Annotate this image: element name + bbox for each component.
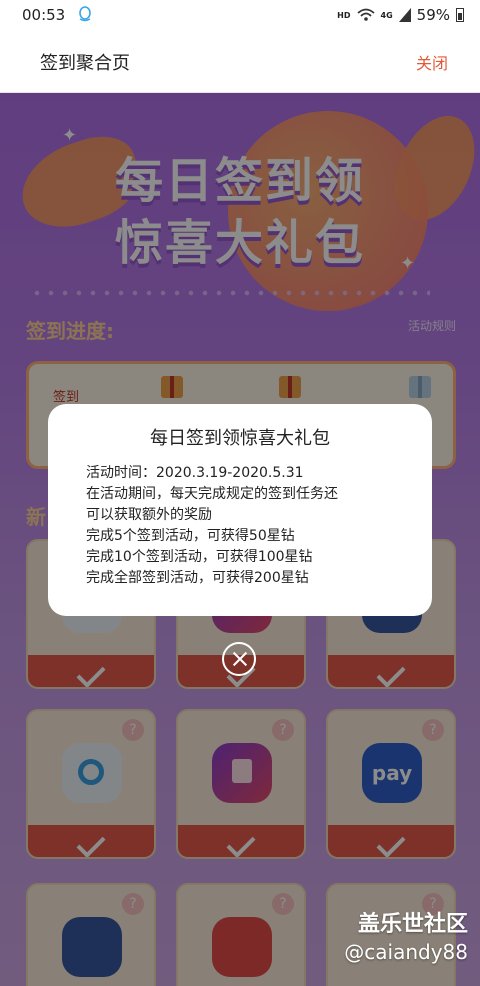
page-title: 签到聚合页 — [40, 53, 130, 74]
battery-icon — [456, 8, 464, 22]
dialog-text-line: 可以获取额外的奖励 — [86, 507, 212, 523]
dialog-text-line: 在活动期间，每天完成规定的签到任务还 — [86, 486, 338, 502]
close-button[interactable]: 关闭 — [416, 50, 448, 74]
network-type-label: 4G — [380, 10, 393, 20]
dialog-text-line: 完成全部签到活动，可获得200星钻 — [86, 570, 309, 586]
qq-notification-icon — [79, 6, 91, 22]
hd-icon: HD — [337, 10, 351, 20]
wifi-icon — [356, 8, 375, 21]
status-time: 00:53 — [22, 6, 66, 24]
rules-dialog: 每日签到领惊喜大礼包 活动时间：2020.3.19-2020.5.31 在活动期… — [48, 404, 432, 616]
dialog-text-line: 完成10个签到活动，可获得100星钻 — [86, 549, 313, 565]
app-header: 签到聚合页 关闭 — [0, 30, 480, 93]
watermark-community: 盖乐世社区 — [357, 912, 468, 937]
status-bar: 00:53 HD 4G 59% — [0, 0, 480, 30]
close-dialog-icon[interactable] — [222, 642, 256, 676]
dialog-text-line: 活动时间：2020.3.19-2020.5.31 — [86, 465, 304, 481]
dialog-title: 每日签到领惊喜大礼包 — [150, 428, 330, 449]
status-right: HD 4G 59% — [337, 6, 464, 24]
battery-percent: 59% — [416, 6, 450, 24]
dialog-text-line: 完成5个签到活动，可获得50星钻 — [86, 528, 295, 544]
watermark-user: @caiandy88 — [344, 940, 468, 964]
signal-icon — [398, 8, 411, 22]
